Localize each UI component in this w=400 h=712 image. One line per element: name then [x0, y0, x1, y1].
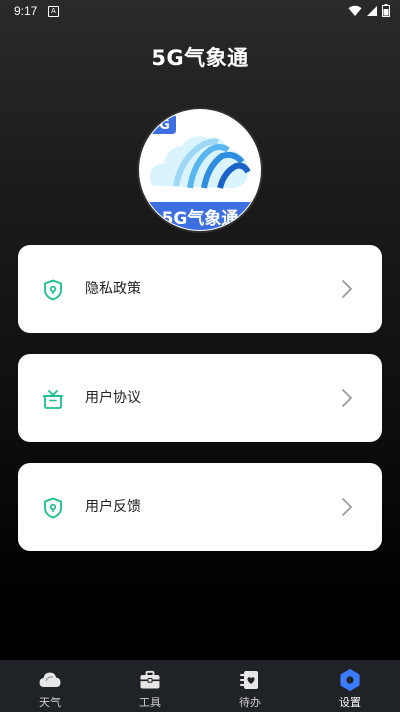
signal-icon [367, 5, 377, 16]
shield-lock-icon [44, 497, 62, 519]
wifi-icon [348, 5, 362, 16]
status-time: 9:17 [14, 4, 38, 18]
chevron-right-icon [342, 389, 352, 407]
gift-box-icon [42, 390, 64, 409]
menu-item-label: 隐私政策 [85, 281, 141, 297]
nav-label: 待办 [239, 696, 261, 709]
menu-item-label: 用户反馈 [85, 499, 141, 515]
nav-item-weather[interactable]: 天气 [0, 660, 100, 712]
menu-item-privacy-policy[interactable]: 隐私政策 [18, 245, 382, 333]
nav-label: 工具 [139, 696, 161, 709]
settings-icon [340, 669, 360, 691]
chevron-right-icon [342, 280, 352, 298]
chevron-right-icon [342, 498, 352, 516]
app-logo: 5G 5G气象通 [137, 107, 263, 233]
cloud-icon [39, 672, 61, 687]
notification-a-icon: A [48, 6, 59, 17]
battery-icon [382, 4, 390, 17]
nav-label: 设置 [339, 696, 361, 709]
page-title: 5G气象通 [151, 46, 249, 70]
nav-item-todo[interactable]: 待办 [200, 660, 300, 712]
nav-item-tools[interactable]: 工具 [100, 660, 200, 712]
menu-item-user-feedback[interactable]: 用户反馈 [18, 463, 382, 551]
toolbox-icon [140, 670, 160, 689]
shield-lock-icon [44, 279, 62, 301]
menu-item-user-agreement[interactable]: 用户协议 [18, 354, 382, 442]
nav-label: 天气 [39, 696, 61, 709]
status-bar: 9:17 A [0, 0, 400, 24]
todo-icon [240, 671, 258, 689]
bottom-nav: 天气 工具 待办 设置 [0, 660, 400, 712]
nav-item-settings[interactable]: 设置 [300, 660, 400, 712]
status-icons [348, 4, 390, 17]
menu-item-label: 用户协议 [85, 390, 141, 406]
